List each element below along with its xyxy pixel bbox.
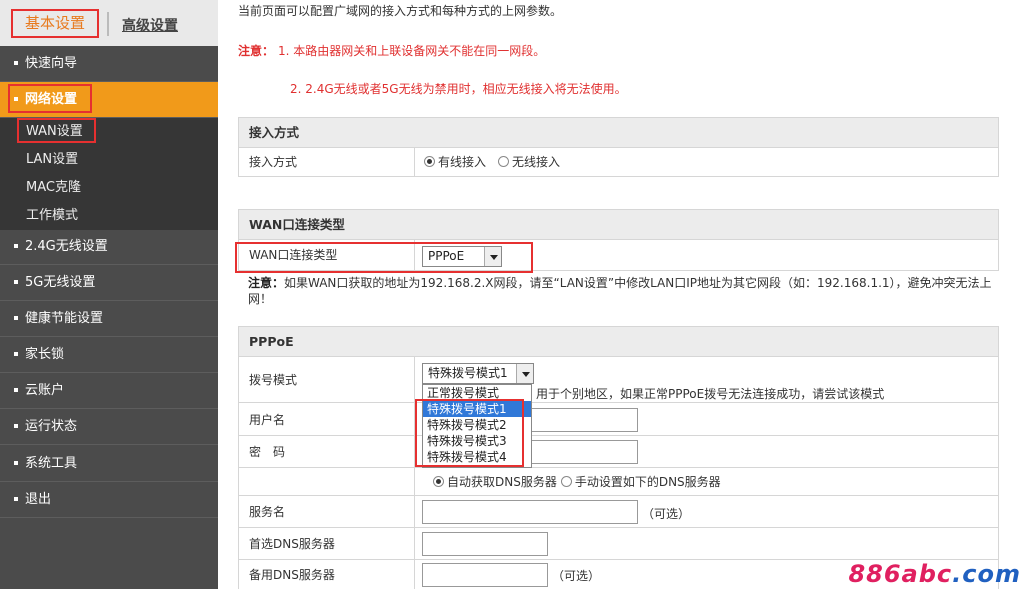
column-divider [414,496,415,527]
sidebar-item-logout[interactable]: 退出 [0,482,218,518]
dial-mode-hint: 用于个别地区，如果正常PPPoE拨号无法连接成功，请尝试该模式 [536,387,885,401]
radio-wireless-option[interactable]: 无线接入 [498,153,560,170]
service-name-input[interactable] [422,500,638,524]
radio-dns-manual[interactable] [560,476,572,487]
warn-text: 如果WAN口获取的地址为192.168.2.X网段，请至“LAN设置”中修改LA… [248,276,992,306]
radio-wireless[interactable] [498,156,510,167]
column-divider [414,560,415,589]
bullet-icon [14,460,18,465]
dns2-label: 备用DNS服务器 [249,568,335,582]
page-intro: 当前页面可以配置广域网的接入方式和每种方式的上网参数。 [238,4,563,18]
access-mode-options: 有线接入 无线接入 [424,147,572,176]
sidebar-item-cloud-account[interactable]: 云账户 [0,373,218,409]
sidebar-item-label: 运行状态 [25,419,78,434]
sidebar-subitem-work-mode[interactable]: 工作模式 [0,202,218,230]
dns-mode-options: 自动获取DNS服务器 手动设置如下的DNS服务器 [433,468,733,495]
sidebar-item-label: 系统工具 [25,456,78,471]
radio-dns-auto-option[interactable]: 自动获取DNS服务器 [433,473,557,490]
sidebar-item-label: 健康节能设置 [25,311,104,326]
sidebar-item-label: 2.4G无线设置 [25,239,108,254]
note-label: 注意： [238,44,275,58]
watermark: 886abc.com [848,560,1021,588]
sidebar-item-status[interactable]: 运行状态 [0,409,218,445]
section-pppoe: PPPoE [238,326,999,357]
dns2-optional: （可选） [552,569,601,583]
chevron-down-icon[interactable] [516,364,533,383]
dial-mode-select[interactable]: 特殊拨号模式1 [422,363,534,384]
main-content: 当前页面可以配置广域网的接入方式和每种方式的上网参数。 注意： 1. 本路由器网关… [218,0,1031,589]
highlight-box [8,84,92,113]
highlight-box [235,242,533,273]
service-name-optional: （可选） [642,507,691,521]
sidebar-subitem-label: MAC克隆 [26,180,81,195]
radio-wireless-label: 无线接入 [512,155,561,169]
dns1-label: 首选DNS服务器 [249,537,335,551]
dns1-row: 首选DNS服务器 [238,528,999,560]
access-mode-label: 接入方式 [249,155,298,169]
sidebar-subitem-lan[interactable]: LAN设置 [0,146,218,174]
dns-mode-row: 自动获取DNS服务器 手动设置如下的DNS服务器 [238,468,999,496]
sidebar-subitem-label: 工作模式 [26,208,79,223]
bullet-icon [14,279,18,284]
password-label: 密 码 [249,445,286,459]
sidebar-subitem-mac-clone[interactable]: MAC克隆 [0,174,218,202]
sidebar-subitem-label: LAN设置 [26,152,79,167]
tab-basic-settings[interactable]: 基本设置 [11,9,99,38]
sidebar-item-label: 退出 [25,492,52,507]
radio-dns-manual-label: 手动设置如下的DNS服务器 [574,475,721,489]
highlight-box [415,399,524,467]
sidebar-item-24g-wireless[interactable]: 2.4G无线设置 [0,229,218,265]
tab-advanced-settings[interactable]: 高级设置 [122,15,178,35]
section-access-mode: 接入方式 [238,117,999,148]
radio-dns-manual-option[interactable]: 手动设置如下的DNS服务器 [560,473,721,490]
note-1: 注意： 1. 本路由器网关和上联设备网关不能在同一网段。 [238,42,545,59]
watermark-part2: .com [952,560,1021,588]
radio-dns-auto-label: 自动获取DNS服务器 [447,475,557,489]
bullet-icon [14,423,18,428]
top-tabs: 基本设置 高级设置 [0,0,218,46]
sidebar-item-label: 云账户 [25,383,65,398]
bullet-icon [14,60,18,65]
column-divider [414,468,415,495]
tab-separator [107,12,109,36]
radio-wired[interactable] [424,156,435,167]
wan-type-warning: 注意：如果WAN口获取的地址为192.168.2.X网段，请至“LAN设置”中修… [248,275,998,307]
sidebar-item-label: 5G无线设置 [25,275,96,290]
sidebar-item-power-saving[interactable]: 健康节能设置 [0,301,218,337]
dial-mode-label: 拨号模式 [249,372,298,387]
access-mode-row: 接入方式 有线接入 无线接入 [238,147,999,177]
dns1-input[interactable] [422,532,548,556]
sidebar-item-5g-wireless[interactable]: 5G无线设置 [0,265,218,301]
dial-mode-value: 特殊拨号模式1 [428,366,508,380]
watermark-part1: 886abc [848,560,953,588]
bullet-icon [14,243,18,248]
sidebar-item-label: 快速向导 [25,56,78,71]
highlight-box [17,118,96,143]
note-2: 2. 2.4G无线或者5G无线为禁用时，相应无线接入将无法使用。 [290,82,627,96]
dns2-input[interactable] [422,563,548,587]
sidebar: 基本设置 高级设置 快速向导 网络设置 WAN设置 LAN设置 MAC克隆 工作… [0,0,218,589]
sidebar-item-label: 家长锁 [25,347,65,362]
username-input[interactable] [522,408,638,432]
bullet-icon [14,315,18,320]
password-input[interactable] [522,440,638,464]
sidebar-item-quick-wizard[interactable]: 快速向导 [0,46,218,82]
radio-dns-auto[interactable] [433,476,444,487]
column-divider [414,528,415,559]
column-divider [414,356,415,402]
section-wan-type: WAN口连接类型 [238,209,999,240]
bullet-icon [14,387,18,392]
sidebar-item-system-tools[interactable]: 系统工具 [0,446,218,482]
note-1-text: 1. 本路由器网关和上联设备网关不能在同一网段。 [278,44,546,58]
sidebar-item-parental-lock[interactable]: 家长锁 [0,337,218,373]
service-name-label: 服务名 [249,505,286,519]
radio-wired-option[interactable]: 有线接入 [424,153,486,170]
warn-label: 注意： [248,276,285,290]
radio-wired-label: 有线接入 [438,155,487,169]
column-divider [414,147,415,176]
username-label: 用户名 [249,412,286,427]
bullet-icon [14,351,18,356]
bullet-icon [14,496,18,501]
